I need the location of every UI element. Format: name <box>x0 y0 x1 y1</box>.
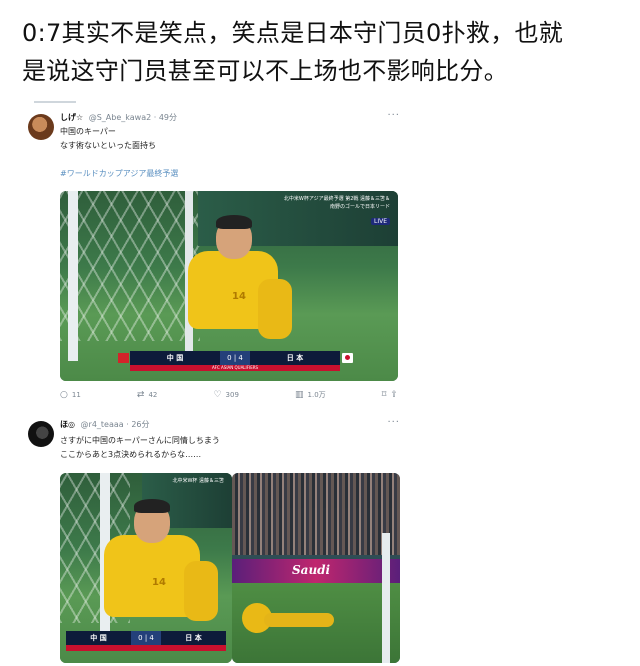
competition-bar <box>66 645 226 651</box>
japan-flag-icon <box>342 353 353 363</box>
score: 0 | 4 <box>131 631 161 645</box>
team-right: 日 本 <box>286 354 304 362</box>
divider <box>34 101 76 103</box>
views-button[interactable]: ▥ 1.0万 <box>295 390 326 400</box>
tweet-header: ほ◎ @r4_teaaa · 26分 <box>60 419 150 430</box>
view-count: 1.0万 <box>307 391 326 399</box>
scoreboard: 中 国 0 | 4 日 本 <box>66 631 226 645</box>
scoreboard: 中 国 0 | 4 日 本 <box>130 351 340 365</box>
tweet-text-line-2: なす術ないといった面持ち <box>60 141 156 150</box>
broadcast-text: 北中米W杯アジア最終予選 第2戦 遠藤＆三笘＆南野のゴールで日本リード <box>283 196 390 210</box>
broadcast-text: 北中米W杯 遠藤＆三笘 <box>172 478 224 484</box>
tweet-media-image-right[interactable]: Saudi <box>232 473 400 663</box>
timestamp: · 26分 <box>126 420 150 429</box>
tweet-actions: ○ 11 ⇄ 42 ♡ 309 ▥ 1.0万 ⌑ ⇪ <box>60 390 398 400</box>
live-badge: LIVE <box>370 218 390 225</box>
bookmark-icon[interactable]: ⌑ <box>382 390 387 400</box>
post-caption: 0:7其实不是笑点，笑点是日本守门员0扑救，也就 是说这守门员甚至可以不上场也不… <box>22 14 622 90</box>
share-icon[interactable]: ⇪ <box>390 390 398 400</box>
like-count: 309 <box>225 391 239 399</box>
repost-icon: ⇄ <box>136 390 145 400</box>
goalkeeper-figure: 14 <box>90 497 220 637</box>
bookmark-share-group: ⌑ ⇪ <box>382 390 398 400</box>
china-flag-icon <box>118 353 129 363</box>
goal-post <box>382 533 390 663</box>
like-button[interactable]: ♡ 309 <box>213 390 238 400</box>
team-left: 中 国 <box>166 354 184 362</box>
goalkeeper-figure: 14 <box>170 213 300 353</box>
jersey-number: 14 <box>232 291 246 302</box>
repost-button[interactable]: ⇄ 42 <box>137 390 157 400</box>
tweet-header: しげ☆ @S_Abe_kawa2 · 49分 <box>60 112 177 123</box>
caption-line-1: 0:7其实不是笑点，笑点是日本守门员0扑救，也就 <box>22 19 564 47</box>
heart-icon: ♡ <box>213 390 222 400</box>
tweet-media-image-left[interactable]: 北中米W杯 遠藤＆三笘 14 中 国 0 | 4 日 本 <box>60 473 232 663</box>
fallen-player-figure <box>242 593 362 643</box>
score: 0 | 4 <box>220 351 250 365</box>
views-icon: ▥ <box>295 390 304 400</box>
timestamp: · 49分 <box>153 113 178 122</box>
jersey-number: 14 <box>152 577 166 588</box>
tweet-text-line-2: ここからあと3点決められるからな…… <box>60 450 202 459</box>
tweet-text-line-1: さすがに中国のキーパーさんに同情しちまう <box>60 436 220 445</box>
competition-bar: AFC ASIAN QUALIFIERS <box>130 365 340 371</box>
avatar[interactable] <box>28 114 54 140</box>
repost-count: 42 <box>148 391 158 399</box>
goal-post <box>68 191 78 361</box>
reply-count: 11 <box>71 391 81 399</box>
reply-button[interactable]: ○ 11 <box>60 390 81 400</box>
team-right: 日 本 <box>185 634 202 642</box>
more-options-icon[interactable]: ··· <box>387 110 400 121</box>
user-name[interactable]: しげ☆ <box>60 113 83 122</box>
user-name[interactable]: ほ◎ <box>60 420 75 429</box>
stadium-crowd <box>232 473 400 555</box>
tweet-media-image[interactable]: 北中米W杯アジア最終予選 第2戦 遠藤＆三笘＆南野のゴールで日本リード LIVE… <box>60 191 398 381</box>
avatar[interactable] <box>28 421 54 447</box>
reply-icon: ○ <box>60 390 68 400</box>
user-handle[interactable]: @r4_teaaa <box>81 420 124 429</box>
tweet-text-line-1: 中国のキーパー <box>60 127 116 136</box>
hashtag-link[interactable]: #ワールドカップアジア最終予選 <box>60 168 178 179</box>
caption-line-2: 是说这守门员甚至可以不上场也不影响比分。 <box>22 57 508 85</box>
more-options-icon[interactable]: ··· <box>387 417 400 428</box>
ad-text: Saudi <box>292 563 331 577</box>
team-left: 中 国 <box>90 634 107 642</box>
user-handle[interactable]: @S_Abe_kawa2 <box>89 113 151 122</box>
